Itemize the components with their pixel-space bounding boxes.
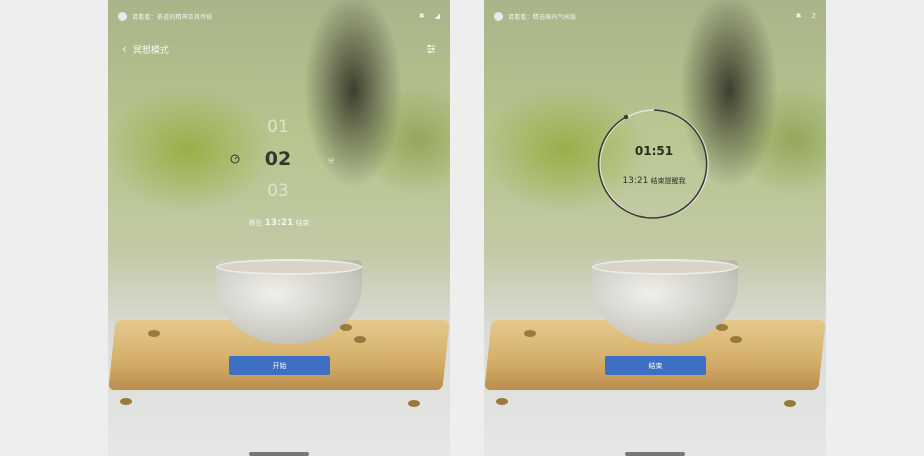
status-bar: 请看看：茶道的精神及其传统 ✱ ◢ — [118, 8, 440, 24]
tea-cup-rim-image — [216, 259, 362, 275]
end-time-label: 13:21 结束提醒我 — [594, 176, 714, 186]
end-button[interactable]: 结束 — [605, 356, 706, 375]
back-arrow-icon[interactable]: ‹ — [122, 42, 127, 56]
page-title: 冥想模式 — [132, 45, 169, 56]
end-time-hint: 将在 13:21 结束 — [108, 218, 450, 228]
avatar — [494, 11, 503, 21]
end-time-suffix: 结束提醒我 — [650, 177, 686, 185]
tea-leaf-image — [148, 330, 160, 337]
end-time-prefix: 将在 — [248, 219, 263, 227]
bluetooth-icon: ✱ — [418, 12, 425, 20]
tea-leaf-image — [354, 336, 366, 343]
picker-value-previous[interactable]: 01 — [228, 112, 328, 142]
end-time-suffix: 结束 — [295, 219, 310, 227]
picker-value-next[interactable]: 03 — [228, 176, 328, 206]
start-button[interactable]: 开始 — [229, 356, 330, 375]
tea-leaf-image — [340, 324, 352, 331]
settings-icon[interactable] — [426, 44, 436, 54]
signal-icon: ◢ — [434, 12, 440, 20]
duration-picker[interactable]: 01 02 03 分 — [228, 112, 334, 206]
home-indicator[interactable] — [249, 452, 309, 456]
end-time-value: 13:21 — [264, 218, 294, 228]
now-playing-text: 请看看：精选国内气候版 — [508, 13, 577, 21]
tea-leaf-image — [120, 398, 132, 405]
right-phone-screen: 请看看：精选国内气候版 ✱ 2 01:51 13:21 结束提醒我 结束 — [484, 0, 826, 456]
bluetooth-icon: ✱ — [795, 12, 802, 20]
end-time-value: 13:21 — [622, 176, 649, 186]
header: ‹ 冥想模式 — [122, 40, 436, 58]
countdown-time: 01:51 — [634, 144, 674, 158]
tea-leaf-image — [408, 400, 420, 407]
tea-cup-rim-image — [592, 259, 738, 275]
home-indicator[interactable] — [625, 452, 685, 456]
tea-leaf-image — [496, 398, 508, 405]
status-number: 2 — [811, 12, 816, 20]
status-bar: 请看看：精选国内气候版 ✱ 2 — [494, 8, 816, 24]
minutes-unit-label: 分 — [327, 158, 334, 165]
picker-value-selected[interactable]: 02 — [228, 142, 328, 176]
countdown-ring — [597, 109, 709, 219]
tea-leaf-image — [716, 324, 728, 331]
tea-leaf-image — [524, 330, 536, 337]
avatar — [118, 11, 127, 21]
tea-leaf-image — [730, 336, 742, 343]
timer-icon — [230, 154, 240, 164]
now-playing-text: 请看看：茶道的精神及其传统 — [132, 13, 213, 21]
left-phone-screen: 请看看：茶道的精神及其传统 ✱ ◢ ‹ 冥想模式 01 02 03 分 将在 1… — [108, 0, 450, 456]
tea-leaf-image — [784, 400, 796, 407]
